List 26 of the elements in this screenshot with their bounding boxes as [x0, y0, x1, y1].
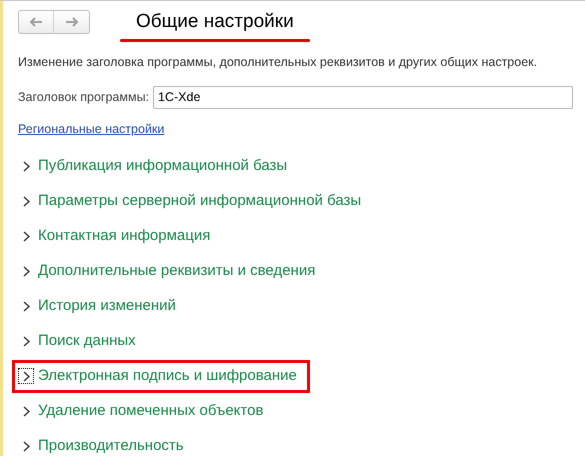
section-title[interactable]: Поиск данных — [38, 330, 136, 352]
field-label: Заголовок программы: — [18, 88, 150, 106]
chevron-right-icon — [22, 406, 30, 416]
chevron-right-icon — [22, 370, 30, 382]
section-title[interactable]: Публикация информационной базы — [38, 154, 288, 178]
section-title[interactable]: Параметры серверной информационной базы — [38, 190, 362, 212]
chevron-right-icon — [22, 336, 30, 346]
section-title[interactable]: Производительность — [38, 434, 184, 456]
chevron-right-icon — [22, 266, 30, 276]
chevron-right-icon — [22, 160, 30, 172]
chevron-right-icon — [22, 230, 30, 242]
program-title-field[interactable]: 1C-Xde — [153, 86, 573, 109]
section-title[interactable]: Дополнительные реквизиты и сведения — [38, 260, 316, 282]
page-title: Общие настройки — [135, 10, 295, 34]
regional-settings-link[interactable]: Региональные настройки — [18, 120, 164, 138]
description-text: Изменение заголовка программы, дополнительных реквизитов и других общих настроек. — [18, 54, 538, 71]
right-arrow-icon — [64, 17, 78, 27]
chevron-right-icon — [22, 440, 30, 452]
section-title[interactable]: Контактная информация — [38, 224, 210, 248]
section-title[interactable]: Электронная подпись и шифрование — [38, 364, 297, 388]
left-arrow-icon — [29, 17, 43, 27]
chevron-right-icon — [22, 300, 30, 312]
section-title[interactable]: История изменений — [38, 294, 176, 318]
section-title[interactable]: Удаление помеченных объектов — [38, 400, 264, 422]
section-toggle[interactable] — [18, 368, 34, 384]
chevron-right-icon — [22, 196, 30, 206]
